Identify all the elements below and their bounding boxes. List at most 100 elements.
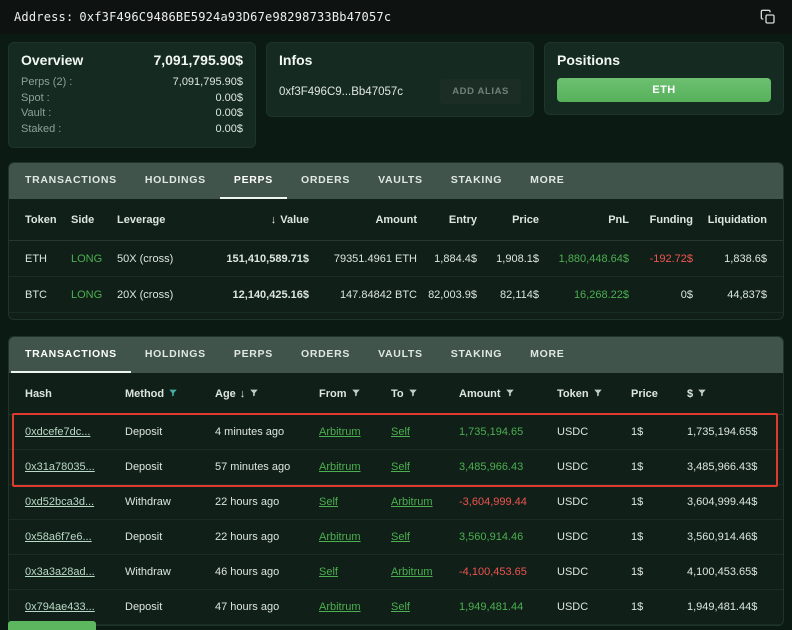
hash-link[interactable]: 0x58a6f7e6...	[25, 531, 92, 543]
perps-tab-holdings[interactable]: HOLDINGS	[131, 163, 220, 199]
perps-tab-more[interactable]: MORE	[516, 163, 578, 199]
from-link[interactable]: Arbitrum	[319, 461, 361, 473]
perps-col-leverage[interactable]: Leverage	[117, 214, 197, 226]
perps-col-amount[interactable]: Amount	[309, 214, 417, 226]
overview-label: Spot :	[21, 91, 50, 107]
tx-col-token[interactable]: Token	[557, 388, 631, 400]
tx-col-from[interactable]: From	[319, 388, 391, 400]
cell-price: 1$	[631, 461, 687, 473]
perps-col-price[interactable]: Price	[477, 214, 539, 226]
add-alias-button[interactable]: ADD ALIAS	[440, 79, 521, 104]
perps-col-pnl[interactable]: PnL	[539, 214, 629, 226]
overview-value: 0.00$	[215, 106, 243, 122]
filter-icon	[593, 388, 603, 398]
tx-tab-holdings[interactable]: HOLDINGS	[131, 337, 220, 373]
perps-col-liquidation[interactable]: Liquidation	[693, 214, 767, 226]
to-link[interactable]: Arbitrum	[391, 496, 433, 508]
hash-link[interactable]: 0x794ae433...	[25, 601, 95, 613]
to-link[interactable]: Self	[391, 461, 410, 473]
from-link[interactable]: Self	[319, 496, 338, 508]
tx-col-amount[interactable]: Amount	[459, 388, 557, 400]
short-address: 0xf3F496C9...Bb47057c	[279, 86, 403, 98]
overview-row-spot: Spot : 0.00$	[21, 91, 243, 107]
cell-usd: 4,100,453.65$	[687, 566, 767, 578]
tx-row: 0x58a6f7e6... Deposit 22 hours ago Arbit…	[9, 520, 783, 555]
cell-price: 1,908.1$	[477, 253, 539, 265]
overview-card: Overview 7,091,795.90$ Perps (2) : 7,091…	[8, 42, 256, 148]
cell-usd: 3,485,966.43$	[687, 461, 767, 473]
wallet-address: Address:0xf3F496C9486BE5924a93D67e982987…	[14, 10, 391, 24]
cell-method: Withdraw	[125, 496, 215, 508]
hash-link[interactable]: 0x3a3a28ad...	[25, 566, 95, 578]
cell-pnl: 1,880,448.64$	[539, 253, 629, 265]
tx-row: 0x31a78035... Deposit 57 minutes ago Arb…	[9, 450, 783, 485]
tx-tab-orders[interactable]: ORDERS	[287, 337, 364, 373]
cell-value: 12,140,425.16$	[197, 289, 309, 301]
position-asset-button[interactable]: ETH	[557, 78, 771, 102]
perps-tab-orders[interactable]: ORDERS	[287, 163, 364, 199]
to-link[interactable]: Self	[391, 426, 410, 438]
hash-link[interactable]: 0xd52bca3d...	[25, 496, 94, 508]
perps-col-entry[interactable]: Entry	[417, 214, 477, 226]
cell-age: 22 hours ago	[215, 496, 319, 508]
overview-label: Staked :	[21, 122, 61, 138]
tx-tab-perps[interactable]: PERPS	[220, 337, 287, 373]
hash-link[interactable]: 0x31a78035...	[25, 461, 95, 473]
from-link[interactable]: Arbitrum	[319, 531, 361, 543]
cell-age: 4 minutes ago	[215, 426, 319, 438]
filter-icon	[505, 388, 515, 398]
hash-link[interactable]: 0xdcefe7dc...	[25, 426, 90, 438]
tx-col-usd[interactable]: $	[687, 388, 767, 400]
cell-price: 1$	[631, 496, 687, 508]
from-link[interactable]: Arbitrum	[319, 426, 361, 438]
cell-entry: 82,003.9$	[417, 289, 477, 301]
tx-col-method[interactable]: Method	[125, 388, 215, 400]
partial-green-button[interactable]	[8, 621, 96, 630]
tx-tab-transactions[interactable]: TRANSACTIONS	[11, 337, 131, 373]
cell-amount: 3,485,966.43	[459, 461, 557, 473]
perps-tab-staking[interactable]: STAKING	[437, 163, 516, 199]
perps-col-funding[interactable]: Funding	[629, 214, 693, 226]
perps-col-value[interactable]: ↓Value	[197, 214, 309, 226]
cell-method: Deposit	[125, 531, 215, 543]
address-value: 0xf3F496C9486BE5924a93D67e98298733Bb4705…	[79, 10, 391, 24]
filter-icon	[249, 388, 259, 398]
tx-col-age[interactable]: Age↓	[215, 388, 319, 400]
overview-value: 7,091,795.90$	[173, 75, 243, 91]
cell-side: LONG	[71, 289, 117, 301]
tx-tab-vaults[interactable]: VAULTS	[364, 337, 437, 373]
perps-tab-perps[interactable]: PERPS	[220, 163, 287, 199]
cell-amount: 79351.4961 ETH	[309, 253, 417, 265]
to-link[interactable]: Arbitrum	[391, 566, 433, 578]
tx-row: 0xd52bca3d... Withdraw 22 hours ago Self…	[9, 485, 783, 520]
perps-col-side[interactable]: Side	[71, 214, 117, 226]
copy-address-button[interactable]	[758, 7, 778, 27]
cell-pnl: 16,268.22$	[539, 289, 629, 301]
cell-token: USDC	[557, 426, 631, 438]
perps-tab-vaults[interactable]: VAULTS	[364, 163, 437, 199]
overview-row-staked: Staked : 0.00$	[21, 122, 243, 138]
perps-col-token[interactable]: Token	[25, 214, 71, 226]
tx-col-hash[interactable]: Hash	[25, 388, 125, 400]
overview-title: Overview	[21, 52, 83, 68]
cell-token: USDC	[557, 461, 631, 473]
filter-icon	[168, 388, 178, 398]
tx-col-to[interactable]: To	[391, 388, 459, 400]
cell-entry: 1,884.4$	[417, 253, 477, 265]
positions-card: Positions ETH	[544, 42, 784, 115]
sort-desc-icon: ↓	[240, 388, 246, 400]
perps-tab-transactions[interactable]: TRANSACTIONS	[11, 163, 131, 199]
filter-icon	[697, 388, 707, 398]
tx-tab-staking[interactable]: STAKING	[437, 337, 516, 373]
from-link[interactable]: Arbitrum	[319, 601, 361, 613]
cell-amount: 1,735,194.65	[459, 426, 557, 438]
to-link[interactable]: Self	[391, 601, 410, 613]
from-link[interactable]: Self	[319, 566, 338, 578]
to-link[interactable]: Self	[391, 531, 410, 543]
overview-total: 7,091,795.90$	[153, 52, 243, 68]
cell-method: Deposit	[125, 426, 215, 438]
tx-col-price[interactable]: Price	[631, 388, 687, 400]
tx-tab-more[interactable]: MORE	[516, 337, 578, 373]
filter-icon	[408, 388, 418, 398]
cell-token: USDC	[557, 531, 631, 543]
